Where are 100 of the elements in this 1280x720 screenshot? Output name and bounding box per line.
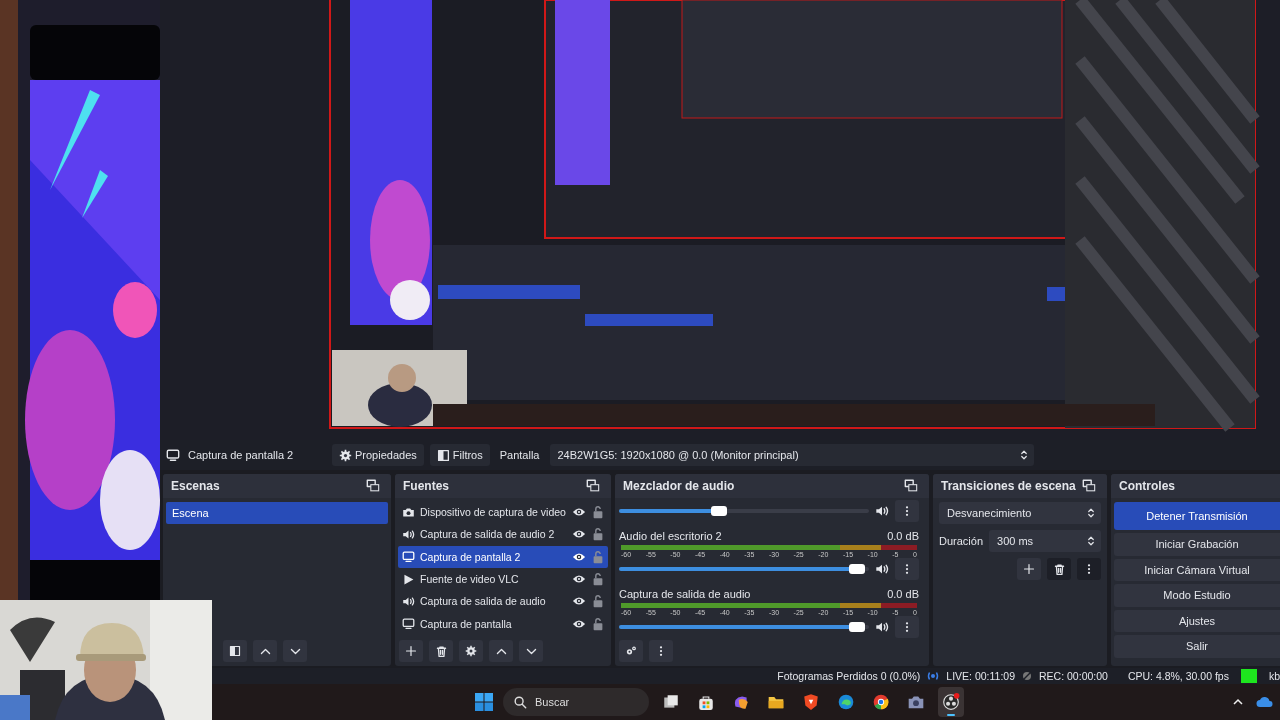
- move-up-button[interactable]: [489, 640, 513, 662]
- dock-title: Mezclador de audio: [623, 479, 735, 493]
- open-lock-icon: [591, 572, 605, 587]
- scene-item[interactable]: Escena: [166, 502, 388, 524]
- undock-icon: [1082, 479, 1096, 493]
- open-lock-icon: [591, 549, 605, 564]
- search-field[interactable]: Buscar: [503, 688, 649, 716]
- add-button[interactable]: [399, 640, 423, 662]
- live-time: LIVE: 00:11:09: [946, 670, 1016, 682]
- play-icon: [402, 572, 415, 586]
- source-name: Dispositivo de captura de video: [420, 506, 567, 519]
- duration-label: Duración: [939, 535, 984, 547]
- more-button[interactable]: [895, 558, 919, 580]
- broadcast-icon: [926, 670, 941, 682]
- monitor-icon: [402, 617, 415, 631]
- lock-toggle[interactable]: [591, 505, 605, 520]
- source-item[interactable]: Captura de salida de audio: [398, 590, 608, 613]
- control-button[interactable]: Iniciar Cámara Virtual: [1114, 558, 1280, 581]
- duration-field[interactable]: 300 ms: [989, 530, 1101, 552]
- settings-icon: [465, 645, 477, 657]
- filter-icon: [436, 448, 450, 462]
- mute-button[interactable]: [875, 504, 889, 518]
- source-name: Captura de salida de audio 2: [420, 528, 556, 541]
- move-down-button[interactable]: [283, 640, 307, 662]
- lock-toggle[interactable]: [591, 572, 605, 587]
- more-button[interactable]: [895, 616, 919, 638]
- source-item[interactable]: Captura de pantalla 2: [398, 545, 608, 568]
- display-label: Pantalla: [498, 449, 541, 461]
- camera-icon: [907, 693, 925, 711]
- properties-button[interactable]: Propiedades: [332, 444, 424, 466]
- dock-title: Escenas: [171, 479, 220, 493]
- open-lock-icon: [591, 616, 605, 631]
- speaker-icon: [875, 504, 889, 518]
- bitrate: kb: [1268, 670, 1280, 682]
- dock-title: Fuentes: [403, 479, 449, 493]
- volume-slider[interactable]: [619, 509, 869, 513]
- slider-thumb[interactable]: [711, 506, 727, 516]
- mute-button[interactable]: [875, 562, 889, 576]
- plus-icon: [405, 645, 417, 657]
- swirl-icon: [732, 693, 750, 711]
- gear-icon: [339, 448, 352, 462]
- source-item[interactable]: Dispositivo de captura de video: [398, 501, 608, 524]
- more-button[interactable]: [649, 640, 673, 662]
- volume-slider[interactable]: [619, 567, 869, 571]
- open-lock-icon: [591, 594, 605, 609]
- trash-icon: [1052, 562, 1066, 576]
- more-button[interactable]: [895, 500, 919, 522]
- add-button[interactable]: [1017, 558, 1041, 580]
- windows-start-icon[interactable]: [474, 692, 494, 712]
- volume-slider[interactable]: [619, 625, 869, 629]
- filters-button[interactable]: Filtros: [429, 444, 490, 466]
- settings-button[interactable]: [459, 640, 483, 662]
- record-app-icon: [942, 693, 960, 711]
- source-name: Captura de pantalla 2: [188, 449, 294, 461]
- source-item[interactable]: Captura de pantalla: [398, 612, 608, 635]
- open-lock-icon: [591, 505, 605, 520]
- remove-button[interactable]: [429, 640, 453, 662]
- remove-button[interactable]: [1047, 558, 1071, 580]
- display-dropdown[interactable]: 24B2W1G5: 1920x1080 @ 0.0 (Monitor principal): [549, 444, 1034, 466]
- filter-button[interactable]: [223, 640, 247, 662]
- search-icon: [513, 695, 527, 709]
- gears-icon: [625, 645, 637, 657]
- camera-icon: [402, 505, 415, 519]
- lock-toggle[interactable]: [591, 527, 605, 542]
- undock-icon: [366, 479, 380, 493]
- source-item[interactable]: Fuente de video VLC: [398, 567, 608, 591]
- lock-toggle[interactable]: [591, 616, 605, 631]
- speaker-icon: [402, 594, 415, 608]
- cloud-icon[interactable]: [1256, 695, 1274, 709]
- taskbar-app[interactable]: [938, 687, 964, 717]
- ring-icon: [872, 693, 890, 711]
- shield-icon: [802, 693, 820, 711]
- speaker-icon: [402, 527, 415, 541]
- transition-dropdown[interactable]: Desvanecimiento: [939, 502, 1101, 524]
- control-button[interactable]: Modo Estudio: [1114, 584, 1280, 607]
- windows-stack-icon: [662, 693, 680, 711]
- control-button[interactable]: Iniciar Grabación: [1114, 533, 1280, 556]
- spin-icon: [1085, 507, 1097, 519]
- monitor-icon: [402, 550, 415, 564]
- volume-reading: 0.0 dB: [887, 530, 919, 542]
- move-up-button[interactable]: [253, 640, 277, 662]
- volume-reading: 0.0 dB: [887, 588, 919, 600]
- move-down-button[interactable]: [519, 640, 543, 662]
- cpu-usage: CPU: 4.8%, 30.00 fps: [1127, 670, 1229, 682]
- mute-button[interactable]: [875, 620, 889, 634]
- channel-name: Captura de salida de audio: [619, 588, 751, 600]
- more-button[interactable]: [1077, 558, 1101, 580]
- lock-toggle[interactable]: [591, 594, 605, 609]
- slider-thumb[interactable]: [848, 622, 865, 632]
- stream-health-indicator: [1240, 669, 1257, 683]
- advanced-audio-button[interactable]: [619, 640, 643, 662]
- slider-thumb[interactable]: [848, 564, 865, 574]
- source-item[interactable]: Captura de salida de audio 2: [398, 523, 608, 546]
- control-button[interactable]: Salir: [1114, 635, 1280, 658]
- lock-toggle[interactable]: [591, 549, 605, 564]
- control-button[interactable]: Ajustes: [1114, 609, 1280, 632]
- control-button[interactable]: Detener Transmisión: [1114, 502, 1280, 530]
- wave-circle-icon: [837, 693, 855, 711]
- undock-icon: [904, 479, 918, 493]
- spin-icon: [1085, 535, 1097, 547]
